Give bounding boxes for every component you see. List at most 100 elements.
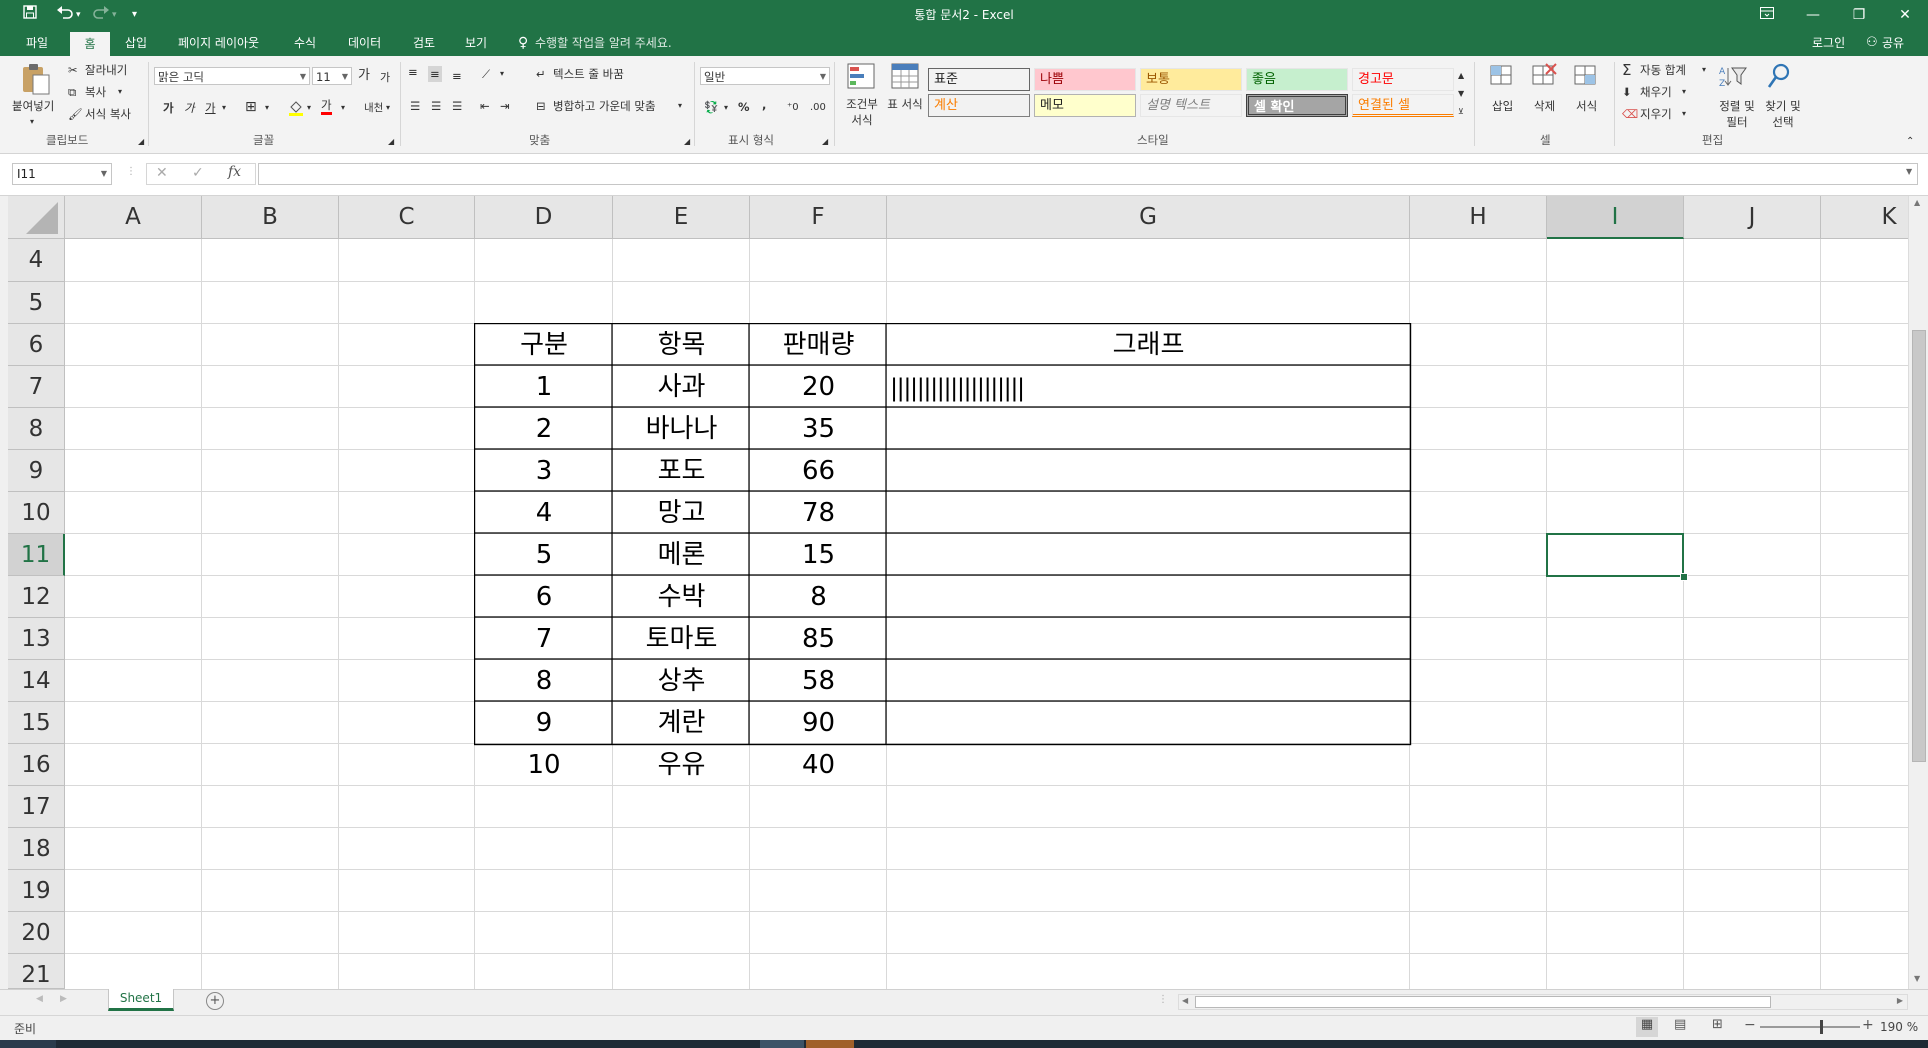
row-header-8[interactable]: 8: [8, 408, 65, 450]
style-explanatory[interactable]: 설명 텍스트: [1140, 94, 1242, 117]
style-bad[interactable]: 나쁨: [1034, 68, 1136, 91]
row-header-11[interactable]: 11: [8, 534, 65, 576]
collapse-ribbon-icon[interactable]: ⌃: [1906, 134, 1914, 150]
row-header-16[interactable]: 16: [8, 744, 65, 786]
fill-dropdown-icon[interactable]: ▾: [1682, 84, 1686, 100]
column-header-d[interactable]: D: [475, 196, 613, 239]
styles-scroll-up-icon[interactable]: ▲: [1458, 68, 1464, 84]
table-cell-sales[interactable]: 15: [750, 534, 887, 576]
merge-dropdown-icon[interactable]: ▾: [678, 98, 682, 114]
sheet-tab-sheet1[interactable]: Sheet1: [108, 989, 174, 1011]
italic-button[interactable]: 가: [184, 100, 195, 116]
styles-more-icon[interactable]: ⊻: [1458, 104, 1464, 120]
tab-insert[interactable]: 삽입: [125, 30, 147, 56]
scroll-up-icon[interactable]: ▲: [1914, 198, 1920, 207]
table-cell-graph[interactable]: [890, 492, 1408, 534]
merge-center-icon[interactable]: ⊟: [536, 98, 546, 114]
eraser-icon[interactable]: ⌫: [1622, 106, 1638, 122]
share-button[interactable]: 공유: [1882, 30, 1904, 56]
alignment-launcher-icon[interactable]: ◢: [684, 134, 690, 150]
row-header-13[interactable]: 13: [8, 618, 65, 660]
page-break-view-icon[interactable]: ⊞: [1712, 1017, 1723, 1032]
vertical-scroll-thumb[interactable]: [1912, 330, 1926, 762]
column-header-e[interactable]: E: [613, 196, 750, 239]
row-header-10[interactable]: 10: [8, 492, 65, 534]
font-name-dropdown[interactable]: 맑은 고딕 ▼: [154, 67, 310, 85]
sort-filter-icon[interactable]: AZ: [1718, 62, 1750, 90]
bold-button[interactable]: 가: [163, 100, 174, 116]
row-header-14[interactable]: 14: [8, 660, 65, 702]
column-header-k[interactable]: K: [1821, 196, 1908, 239]
align-bottom-icon[interactable]: ≡: [452, 68, 462, 84]
wrap-text-icon[interactable]: ↵: [536, 66, 546, 82]
login-link[interactable]: 로그인: [1812, 30, 1845, 56]
phonetic-dropdown-icon[interactable]: ▾: [386, 100, 390, 116]
scroll-right-icon[interactable]: ▶: [1897, 996, 1903, 1005]
selected-cell-outline[interactable]: [1546, 533, 1684, 577]
paste-icon[interactable]: [20, 62, 52, 95]
align-right-icon[interactable]: ☰: [452, 98, 462, 114]
table-cell-division[interactable]: 4: [475, 492, 613, 534]
copy-button[interactable]: 복사: [85, 84, 106, 100]
cancel-icon[interactable]: ✕: [156, 165, 168, 181]
row-header-6[interactable]: 6: [8, 324, 65, 366]
style-calculation[interactable]: 계산: [928, 94, 1030, 117]
autosum-icon[interactable]: Σ: [1622, 62, 1631, 78]
table-cell-graph[interactable]: [890, 744, 1408, 786]
table-cell-sales[interactable]: 90: [750, 702, 887, 744]
table-cell-item[interactable]: 사과: [613, 366, 750, 408]
zoom-slider[interactable]: [1760, 1026, 1860, 1028]
format-painter-icon[interactable]: 🖌: [68, 106, 83, 122]
taskbar-item[interactable]: [760, 1040, 804, 1048]
borders-dropdown-icon[interactable]: ▾: [265, 100, 269, 116]
table-cell-sales[interactable]: 35: [750, 408, 887, 450]
ribbon-display-icon[interactable]: [1744, 0, 1790, 30]
style-linked-cell[interactable]: 연결된 셀: [1352, 94, 1454, 117]
table-cell-graph[interactable]: [890, 618, 1408, 660]
table-header-item[interactable]: 항목: [613, 324, 750, 366]
table-header-graph[interactable]: 그래프: [887, 324, 1410, 366]
font-size-dropdown[interactable]: 11 ▼: [312, 67, 352, 85]
table-cell-item[interactable]: 토마토: [613, 618, 750, 660]
decrease-indent-icon[interactable]: ⇤: [480, 98, 490, 114]
column-header-g[interactable]: G: [887, 196, 1410, 239]
percent-button[interactable]: %: [738, 99, 750, 115]
horizontal-scroll-thumb[interactable]: [1195, 996, 1771, 1008]
tab-home[interactable]: 홈: [70, 32, 110, 56]
row-header-7[interactable]: 7: [8, 366, 65, 408]
table-cell-sales[interactable]: 40: [750, 744, 887, 786]
underline-dropdown-icon[interactable]: ▾: [222, 100, 226, 116]
conditional-formatting-button[interactable]: 조건부 서식: [842, 96, 882, 128]
table-cell-division[interactable]: 9: [475, 702, 613, 744]
font-color-button[interactable]: 가: [321, 98, 332, 115]
table-cell-graph[interactable]: [890, 534, 1408, 576]
table-cell-item[interactable]: 메론: [613, 534, 750, 576]
table-cell-division[interactable]: 10: [475, 744, 613, 786]
fill-handle[interactable]: [1680, 573, 1688, 581]
currency-dropdown-icon[interactable]: ▾: [724, 100, 728, 116]
row-header-9[interactable]: 9: [8, 450, 65, 492]
wrap-text-button[interactable]: 텍스트 줄 바꿈: [553, 66, 624, 82]
expand-formula-bar-icon[interactable]: ▼: [1906, 167, 1912, 176]
table-cell-sales[interactable]: 8: [750, 576, 887, 618]
scroll-left-icon[interactable]: ◀: [1182, 996, 1188, 1005]
format-cells-icon[interactable]: [1572, 62, 1604, 90]
insert-cells-icon[interactable]: [1488, 62, 1520, 90]
tab-data[interactable]: 데이터: [348, 30, 381, 56]
align-left-icon[interactable]: ☰: [410, 98, 420, 114]
column-header-h[interactable]: H: [1410, 196, 1547, 239]
currency-icon[interactable]: 💱: [704, 99, 718, 115]
copy-icon[interactable]: ⧉: [68, 84, 76, 100]
align-center-icon[interactable]: ☰: [431, 98, 441, 114]
table-cell-division[interactable]: 8: [475, 660, 613, 702]
table-cell-sales[interactable]: 78: [750, 492, 887, 534]
table-cell-graph[interactable]: ||||||||||||||||||||: [890, 366, 1408, 408]
table-cell-item[interactable]: 포도: [613, 450, 750, 492]
insert-function-icon[interactable]: fx: [228, 164, 241, 180]
table-cell-division[interactable]: 7: [475, 618, 613, 660]
row-header-15[interactable]: 15: [8, 702, 65, 744]
font-launcher-icon[interactable]: ◢: [388, 134, 394, 150]
horizontal-scrollbar[interactable]: ◀ ▶: [1178, 994, 1908, 1010]
number-format-dropdown[interactable]: 일반 ▼: [700, 67, 830, 85]
tab-page-layout[interactable]: 페이지 레이아웃: [178, 30, 259, 56]
